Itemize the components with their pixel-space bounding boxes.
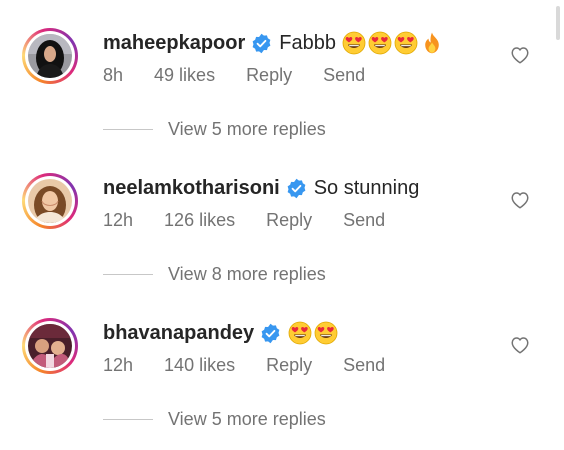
send-button[interactable]: Send (343, 210, 385, 231)
comment-item: maheepkapoor Fabbb 8h 49 likes Reply Sen… (0, 0, 564, 145)
view-replies-button[interactable]: View 8 more replies (103, 263, 326, 285)
avatar-photo-icon (28, 179, 72, 223)
comment-username[interactable]: bhavanapandey (103, 322, 254, 345)
comment-time: 12h (103, 354, 134, 375)
comment-item: neelamkotharisoni So stunning 12h 126 li… (0, 145, 564, 290)
replies-divider (103, 128, 153, 130)
send-button[interactable]: Send (323, 65, 365, 86)
likes-count[interactable]: 140 likes (164, 355, 235, 376)
like-heart-icon[interactable] (510, 336, 530, 354)
heart-eyes-emoji-icon (342, 31, 366, 55)
avatar-photo-icon (28, 324, 72, 368)
avatar[interactable] (22, 173, 78, 229)
heart-eyes-emoji-icon (394, 31, 418, 55)
verified-badge-icon (260, 323, 281, 344)
comment-username[interactable]: maheepkapoor (103, 32, 245, 55)
comment-username[interactable]: neelamkotharisoni (103, 177, 280, 200)
replies-divider (103, 273, 153, 275)
comment-time: 8h (103, 64, 124, 85)
reply-button[interactable]: Reply (266, 210, 312, 231)
avatar[interactable] (22, 318, 78, 374)
send-button[interactable]: Send (343, 355, 385, 376)
heart-eyes-emoji-icon (314, 321, 338, 345)
heart-eyes-emoji-icon (368, 31, 392, 55)
view-replies-label: View 8 more replies (168, 263, 326, 284)
view-replies-label: View 5 more replies (168, 408, 326, 429)
likes-count[interactable]: 126 likes (164, 210, 235, 231)
replies-divider (103, 418, 153, 420)
like-heart-icon[interactable] (510, 191, 530, 209)
view-replies-label: View 5 more replies (168, 118, 326, 139)
heart-eyes-emoji-icon (288, 321, 312, 345)
likes-count[interactable]: 49 likes (154, 65, 215, 86)
comment-item: bhavanapandey 12h 140 likes Reply Send V… (0, 290, 564, 435)
view-replies-button[interactable]: View 5 more replies (103, 408, 326, 430)
reply-button[interactable]: Reply (246, 65, 292, 86)
fire-emoji-icon (420, 31, 444, 55)
like-heart-icon[interactable] (510, 46, 530, 64)
avatar-photo-icon (28, 34, 72, 78)
view-replies-button[interactable]: View 5 more replies (103, 118, 326, 140)
verified-badge-icon (251, 33, 272, 54)
comment-text: So stunning (313, 176, 420, 199)
comment-text: Fabbb (279, 31, 336, 54)
reply-button[interactable]: Reply (266, 355, 312, 376)
verified-badge-icon (286, 178, 307, 199)
avatar[interactable] (22, 28, 78, 84)
comment-time: 12h (103, 209, 134, 230)
